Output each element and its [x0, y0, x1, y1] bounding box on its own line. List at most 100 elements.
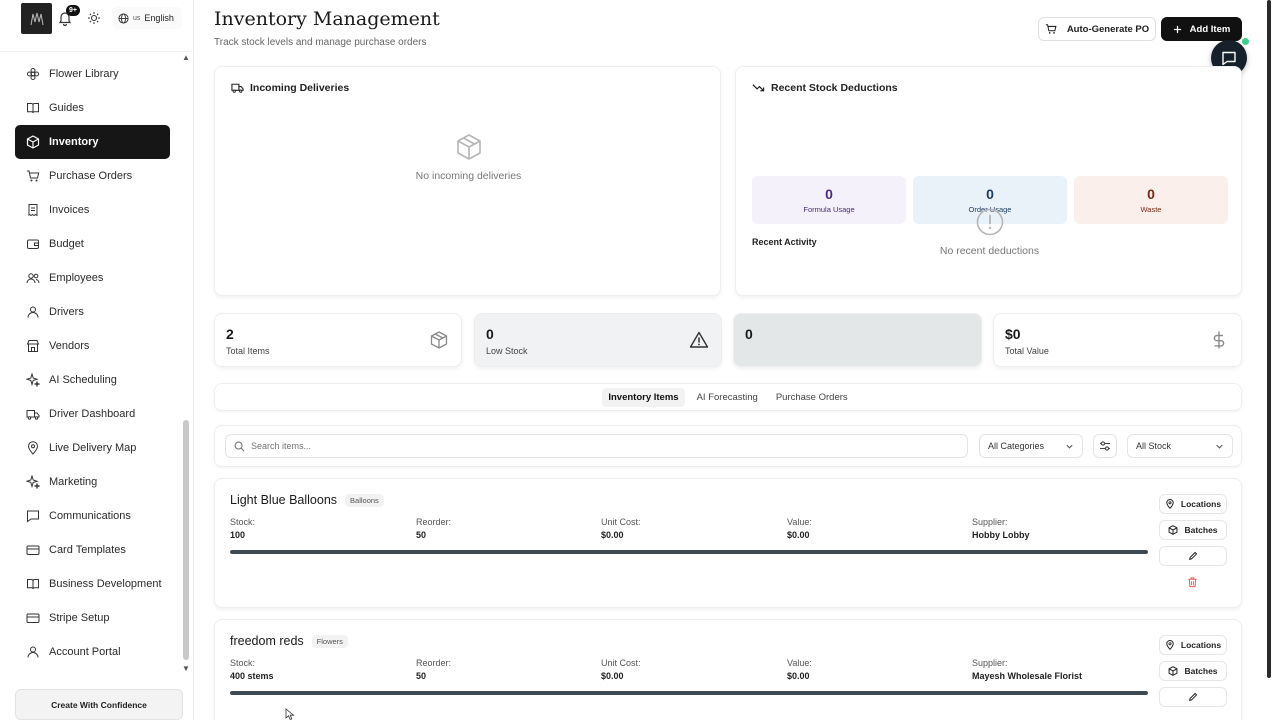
- sidebar-item-guides[interactable]: Guides: [15, 91, 170, 125]
- auto-generate-po-button[interactable]: Auto-Generate PO: [1038, 17, 1156, 41]
- formula-usage-value: 0: [825, 186, 833, 202]
- kpi-low-stock-value: 0: [486, 326, 494, 342]
- item-title: Light Blue Balloons Balloons: [230, 493, 384, 507]
- kpi-low-stock: 0 Low Stock: [474, 313, 722, 367]
- unit-cost-value: $0.00: [601, 530, 624, 540]
- item-category-tag: Flowers: [311, 634, 348, 648]
- sidebar-item-business-development[interactable]: Business Development: [15, 567, 170, 601]
- formula-usage-stat: 0 Formula Usage: [752, 176, 906, 224]
- trash-icon[interactable]: [1187, 576, 1199, 588]
- sidebar-item-budget[interactable]: Budget: [15, 227, 170, 261]
- sidebar-item-live-delivery-map[interactable]: Live Delivery Map: [15, 431, 170, 465]
- sidebar-item-flower-library[interactable]: Flower Library: [15, 57, 170, 91]
- theme-toggle-sun-icon[interactable]: [87, 11, 101, 25]
- sidebar-item-purchase-orders[interactable]: Purchase Orders: [15, 159, 170, 193]
- value-value: $0.00: [787, 671, 810, 681]
- sidebar-scrollbar[interactable]: [183, 420, 189, 660]
- globe-icon: [118, 12, 129, 24]
- page-scrollbar[interactable]: [1266, 0, 1272, 678]
- chat-icon: [1221, 50, 1237, 66]
- batches-button[interactable]: Batches: [1159, 661, 1227, 681]
- stock-select[interactable]: All Stock: [1127, 434, 1233, 458]
- language-flag: us: [133, 14, 141, 22]
- reorder-label: Reorder:: [416, 517, 452, 527]
- sidebar-item-account-portal[interactable]: Account Portal: [15, 635, 170, 669]
- locations-label: Locations: [1180, 640, 1222, 650]
- map-pin-icon: [1165, 499, 1175, 509]
- create-with-confidence-button[interactable]: Create With Confidence: [15, 689, 183, 720]
- sidebar-item-card-templates[interactable]: Card Templates: [15, 533, 170, 567]
- sidebar-item-inventory[interactable]: Inventory: [15, 125, 170, 159]
- receipt-icon: [26, 203, 40, 217]
- sidebar-item-driver-dashboard[interactable]: Driver Dashboard: [15, 397, 170, 431]
- sparkle-icon: [26, 373, 40, 387]
- sidebar-item-marketing[interactable]: Marketing: [15, 465, 170, 499]
- item-unit-cost-field: Unit Cost: $0.00: [601, 658, 641, 681]
- sidebar-item-label: AI Scheduling: [49, 374, 117, 386]
- sidebar-item-label: Driver Dashboard: [49, 408, 136, 420]
- item-name: freedom reds: [230, 634, 304, 648]
- edit-button[interactable]: [1159, 546, 1227, 566]
- sidebar-item-communications[interactable]: Communications: [15, 499, 170, 533]
- item-category-tag: Balloons: [345, 493, 384, 507]
- item-value-field: Value: $0.00: [787, 658, 812, 681]
- sidebar-item-ai-scheduling[interactable]: AI Scheduling: [15, 363, 170, 397]
- sidebar-item-drivers[interactable]: Drivers: [15, 295, 170, 329]
- brand-logo[interactable]: [21, 3, 52, 34]
- waste-label: Waste: [1140, 205, 1162, 214]
- locations-button[interactable]: Locations: [1159, 635, 1227, 655]
- recent-stock-deductions-card: Recent Stock Deductions 0 Formula Usage …: [735, 66, 1242, 296]
- sidebar-item-employees[interactable]: Employees: [15, 261, 170, 295]
- box-icon: [429, 330, 449, 350]
- locations-button[interactable]: Locations: [1159, 494, 1227, 514]
- formula-usage-label: Formula Usage: [803, 205, 855, 214]
- tab-inventory-items[interactable]: Inventory Items: [602, 387, 685, 407]
- batches-button[interactable]: Batches: [1159, 520, 1227, 540]
- item-unit-cost-field: Unit Cost: $0.00: [601, 517, 641, 540]
- unit-cost-label: Unit Cost:: [601, 658, 641, 668]
- sidebar-item-label: Account Portal: [49, 646, 121, 658]
- kpi-unlabeled-value: 0: [745, 326, 753, 342]
- recent-activity-heading: Recent Activity: [752, 237, 817, 247]
- reorder-value: 50: [416, 671, 427, 681]
- edit-button[interactable]: [1159, 687, 1227, 707]
- advanced-filter-button[interactable]: [1093, 434, 1117, 458]
- sidebar-item-label: Guides: [49, 102, 84, 114]
- item-reorder-field: Reorder: 50: [416, 658, 451, 681]
- tab-ai-forecasting[interactable]: AI Forecasting: [691, 388, 764, 407]
- item-supplier-field: Supplier: Mayesh Wholesale Florist: [972, 658, 1082, 681]
- language-selector[interactable]: us English: [112, 7, 182, 29]
- search-box: [225, 434, 968, 458]
- pencil-icon: [1188, 551, 1198, 561]
- cart-icon: [26, 169, 40, 183]
- truck-icon: [26, 407, 40, 421]
- sidebar-item-label: Budget: [49, 238, 84, 250]
- chat-online-indicator: [1242, 38, 1249, 45]
- page-subtitle: Track stock levels and manage purchase o…: [214, 37, 427, 48]
- add-item-button[interactable]: Add Item: [1161, 17, 1242, 41]
- package-icon: [1168, 666, 1178, 676]
- users-icon: [26, 271, 40, 285]
- sidebar-item-invoices[interactable]: Invoices: [15, 193, 170, 227]
- page-scrollbar-thumb[interactable]: [1267, 0, 1271, 678]
- category-select[interactable]: All Categories: [979, 434, 1083, 458]
- chevron-down-icon: [1065, 442, 1074, 451]
- stock-value: 400 stems: [230, 671, 274, 681]
- sidebar: 9+ us English ▲ Flower Library Guides In…: [0, 0, 194, 720]
- tab-purchase-orders[interactable]: Purchase Orders: [770, 388, 854, 407]
- sidebar-scroll-up-icon[interactable]: ▲: [182, 53, 190, 62]
- box-icon: [26, 135, 40, 149]
- sidebar-scroll-down-icon[interactable]: ▼: [182, 664, 190, 673]
- sidebar-item-label: Purchase Orders: [49, 170, 133, 182]
- sidebar-item-stripe-setup[interactable]: Stripe Setup: [15, 601, 170, 635]
- message-icon: [26, 509, 40, 523]
- order-usage-value: 0: [986, 186, 994, 202]
- batches-label: Batches: [1184, 525, 1218, 535]
- dollar-icon: [1209, 330, 1229, 350]
- sidebar-header: 9+ us English: [0, 0, 194, 52]
- sidebar-item-vendors[interactable]: Vendors: [15, 329, 170, 363]
- incoming-deliveries-header: Incoming Deliveries: [231, 81, 349, 94]
- auto-generate-po-label: Auto-Generate PO: [1066, 23, 1150, 35]
- search-input[interactable]: [251, 441, 851, 451]
- unit-cost-label: Unit Cost:: [601, 517, 641, 527]
